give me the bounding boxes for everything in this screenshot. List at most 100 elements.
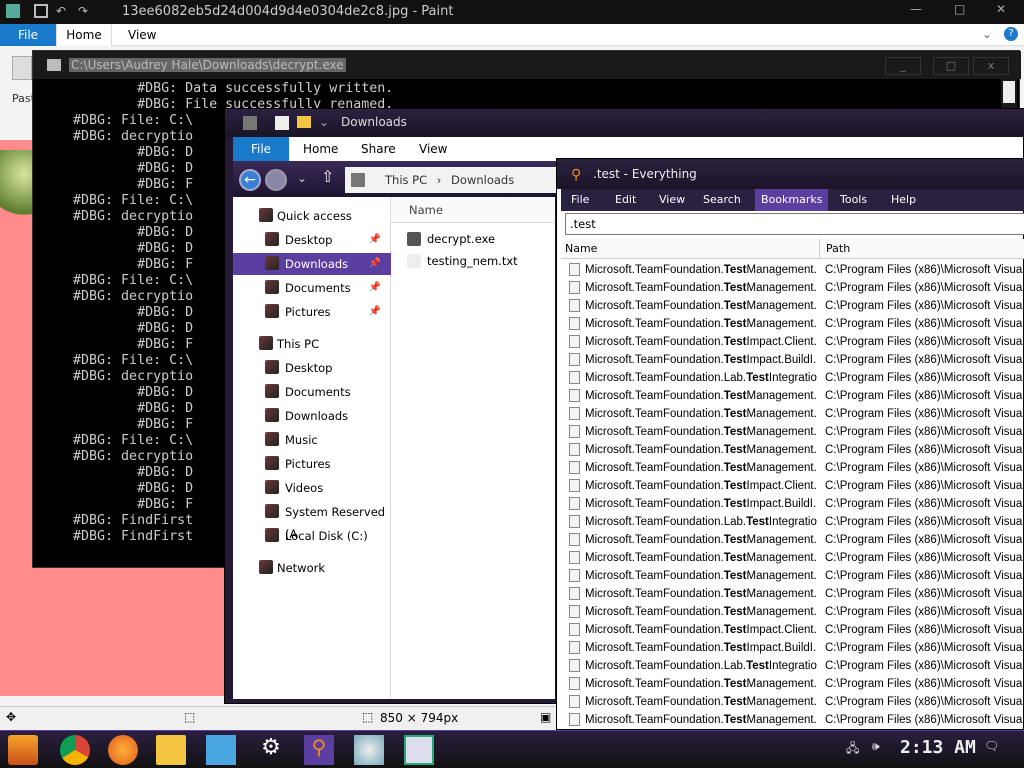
menu-search[interactable]: Search bbox=[697, 189, 747, 211]
nav-item-music[interactable]: Music bbox=[233, 429, 391, 451]
nav-item-documents[interactable]: Documents bbox=[233, 381, 391, 403]
pin-icon[interactable]: 📌 bbox=[369, 229, 381, 251]
console-maximize-button[interactable]: □ bbox=[933, 57, 969, 75]
properties-icon[interactable] bbox=[275, 116, 289, 130]
file-item[interactable]: decrypt.exe bbox=[405, 229, 495, 249]
result-row[interactable]: Microsoft.TeamFoundation.TestImpact.Buil… bbox=[561, 351, 1024, 369]
paint-file-tab[interactable]: File bbox=[0, 24, 56, 46]
notifications-icon[interactable]: 🗨 bbox=[984, 739, 999, 753]
result-row[interactable]: Microsoft.TeamFoundation.TestManagement.… bbox=[561, 567, 1024, 585]
result-row[interactable]: Microsoft.TeamFoundation.TestManagement.… bbox=[561, 531, 1024, 549]
everything-window[interactable]: ⚲ .test - Everything File Edit View Search B… bbox=[556, 158, 1024, 730]
pin-icon[interactable]: 📌 bbox=[369, 301, 381, 323]
result-row[interactable]: Microsoft.TeamFoundation.TestManagement.… bbox=[561, 279, 1024, 297]
nav-item-network[interactable]: Network bbox=[233, 557, 391, 579]
result-row[interactable]: Microsoft.TeamFoundation.TestManagement.… bbox=[561, 423, 1024, 441]
paste-icon[interactable] bbox=[12, 56, 32, 80]
nav-item-downloads[interactable]: Downloads 📌 bbox=[233, 253, 391, 275]
help-icon[interactable]: ? bbox=[1004, 27, 1018, 41]
redo-icon[interactable]: ↷ bbox=[78, 4, 92, 18]
maximize-button[interactable]: □ bbox=[954, 2, 965, 16]
result-row[interactable]: Microsoft.TeamFoundation.TestManagement.… bbox=[561, 405, 1024, 423]
nav-item-videos[interactable]: Videos bbox=[233, 477, 391, 499]
console-taskbar-icon[interactable] bbox=[404, 735, 434, 765]
nav-item-quick-access[interactable]: Quick access bbox=[233, 205, 391, 227]
result-row[interactable]: Microsoft.TeamFoundation.TestManagement.… bbox=[561, 315, 1024, 333]
scroll-up-button[interactable] bbox=[1003, 81, 1015, 103]
network-tray-icon[interactable]: 🖧 bbox=[846, 739, 859, 760]
breadcrumb-this-pc[interactable]: This PC bbox=[385, 173, 427, 187]
nav-item-system-reserved-a[interactable]: System Reserved (A bbox=[233, 501, 391, 541]
save-icon[interactable] bbox=[34, 4, 48, 18]
column-header-name[interactable]: Name bbox=[391, 197, 555, 223]
menu-view[interactable]: View bbox=[653, 189, 691, 211]
file-explorer-icon[interactable] bbox=[156, 735, 186, 765]
result-row[interactable]: Microsoft.TeamFoundation.Lab.TestIntegra… bbox=[561, 657, 1024, 675]
console-minimize-button[interactable]: _ bbox=[885, 57, 921, 75]
settings-icon[interactable]: ⚙ bbox=[256, 735, 286, 765]
paint-home-tab[interactable]: Home bbox=[56, 24, 112, 46]
result-row[interactable]: Microsoft.TeamFoundation.TestManagement.… bbox=[561, 261, 1024, 279]
result-row[interactable]: Microsoft.TeamFoundation.TestManagement.… bbox=[561, 459, 1024, 477]
result-row[interactable]: Microsoft.TeamFoundation.TestImpact.Clie… bbox=[561, 333, 1024, 351]
result-row[interactable]: Microsoft.TeamFoundation.TestManagement.… bbox=[561, 441, 1024, 459]
close-button[interactable]: ✕ bbox=[996, 2, 1006, 16]
pin-icon[interactable]: 📌 bbox=[369, 253, 381, 275]
explorer-file-tab[interactable]: File bbox=[233, 137, 289, 161]
chevron-down-icon[interactable]: ⌄ bbox=[982, 27, 992, 41]
result-row[interactable]: Microsoft.TeamFoundation.TestImpact.Buil… bbox=[561, 639, 1024, 657]
paint-taskbar-icon[interactable] bbox=[354, 735, 384, 765]
explorer-share-tab[interactable]: Share bbox=[361, 137, 396, 161]
menu-tools[interactable]: Tools bbox=[834, 189, 873, 211]
firefox-icon[interactable] bbox=[108, 735, 138, 765]
result-row[interactable]: Microsoft.TeamFoundation.TestImpact.Buil… bbox=[561, 495, 1024, 513]
menu-help[interactable]: Help bbox=[885, 189, 922, 211]
volume-tray-icon[interactable]: 🕪 bbox=[872, 739, 880, 754]
notepad-icon[interactable] bbox=[206, 735, 236, 765]
nav-item-local-disk-c[interactable]: Local Disk (C:) bbox=[233, 525, 391, 547]
nav-item-pictures[interactable]: Pictures 📌 bbox=[233, 301, 391, 323]
result-row[interactable]: Microsoft.TeamFoundation.TestManagement.… bbox=[561, 297, 1024, 315]
result-row[interactable]: Microsoft.TeamFoundation.TestManagement.… bbox=[561, 387, 1024, 405]
nav-item-downloads[interactable]: Downloads bbox=[233, 405, 391, 427]
result-row[interactable]: Microsoft.TeamFoundation.TestManagement.… bbox=[561, 711, 1024, 729]
result-row[interactable]: Microsoft.TeamFoundation.TestManagement.… bbox=[561, 585, 1024, 603]
column-header-name[interactable]: Name bbox=[565, 239, 597, 259]
menu-bookmarks[interactable]: Bookmarks bbox=[755, 189, 829, 211]
result-row[interactable]: Microsoft.TeamFoundation.Lab.TestIntegra… bbox=[561, 513, 1024, 531]
recent-locations-chevron-icon[interactable]: ⌄ bbox=[297, 171, 307, 185]
breadcrumb[interactable]: This PC › Downloads bbox=[345, 167, 565, 193]
explorer-view-tab[interactable]: View bbox=[419, 137, 447, 161]
minimize-button[interactable]: — bbox=[910, 2, 922, 16]
chevron-down-icon[interactable]: ⌄ bbox=[319, 115, 329, 129]
nav-item-this-pc[interactable]: This PC bbox=[233, 333, 391, 355]
chrome-icon[interactable] bbox=[60, 735, 90, 765]
result-row[interactable]: Microsoft.TeamFoundation.Lab.TestIntegra… bbox=[561, 369, 1024, 387]
nav-item-documents[interactable]: Documents 📌 bbox=[233, 277, 391, 299]
start-icon[interactable] bbox=[8, 735, 38, 765]
nav-item-desktop[interactable]: Desktop bbox=[233, 357, 391, 379]
console-close-button[interactable]: x bbox=[973, 57, 1009, 75]
explorer-home-tab[interactable]: Home bbox=[303, 137, 338, 161]
result-row[interactable]: Microsoft.TeamFoundation.TestManagement.… bbox=[561, 603, 1024, 621]
column-header-path[interactable]: Path bbox=[819, 239, 850, 259]
up-button[interactable]: ⇧ bbox=[321, 167, 334, 186]
result-row[interactable]: Microsoft.TeamFoundation.TestManagement.… bbox=[561, 693, 1024, 711]
new-folder-icon[interactable] bbox=[297, 116, 311, 128]
breadcrumb-downloads[interactable]: Downloads bbox=[451, 173, 514, 187]
result-row[interactable]: Microsoft.TeamFoundation.TestImpact.Clie… bbox=[561, 621, 1024, 639]
back-button[interactable]: ← bbox=[239, 169, 261, 191]
nav-item-desktop[interactable]: Desktop 📌 bbox=[233, 229, 391, 251]
result-row[interactable]: Microsoft.TeamFoundation.TestManagement.… bbox=[561, 675, 1024, 693]
everything-taskbar-icon[interactable]: ⚲ bbox=[304, 735, 334, 765]
paint-view-tab[interactable]: View bbox=[128, 24, 156, 46]
result-row[interactable]: Microsoft.TeamFoundation.TestManagement.… bbox=[561, 549, 1024, 567]
undo-icon[interactable]: ↶ bbox=[56, 4, 70, 18]
file-item[interactable]: testing_nem.txt bbox=[405, 251, 518, 271]
nav-item-pictures[interactable]: Pictures bbox=[233, 453, 391, 475]
menu-file[interactable]: File bbox=[565, 189, 595, 211]
search-input[interactable]: .test bbox=[565, 213, 1024, 235]
result-row[interactable]: Microsoft.TeamFoundation.TestImpact.Clie… bbox=[561, 477, 1024, 495]
forward-button[interactable] bbox=[265, 169, 287, 191]
pin-icon[interactable]: 📌 bbox=[369, 277, 381, 299]
